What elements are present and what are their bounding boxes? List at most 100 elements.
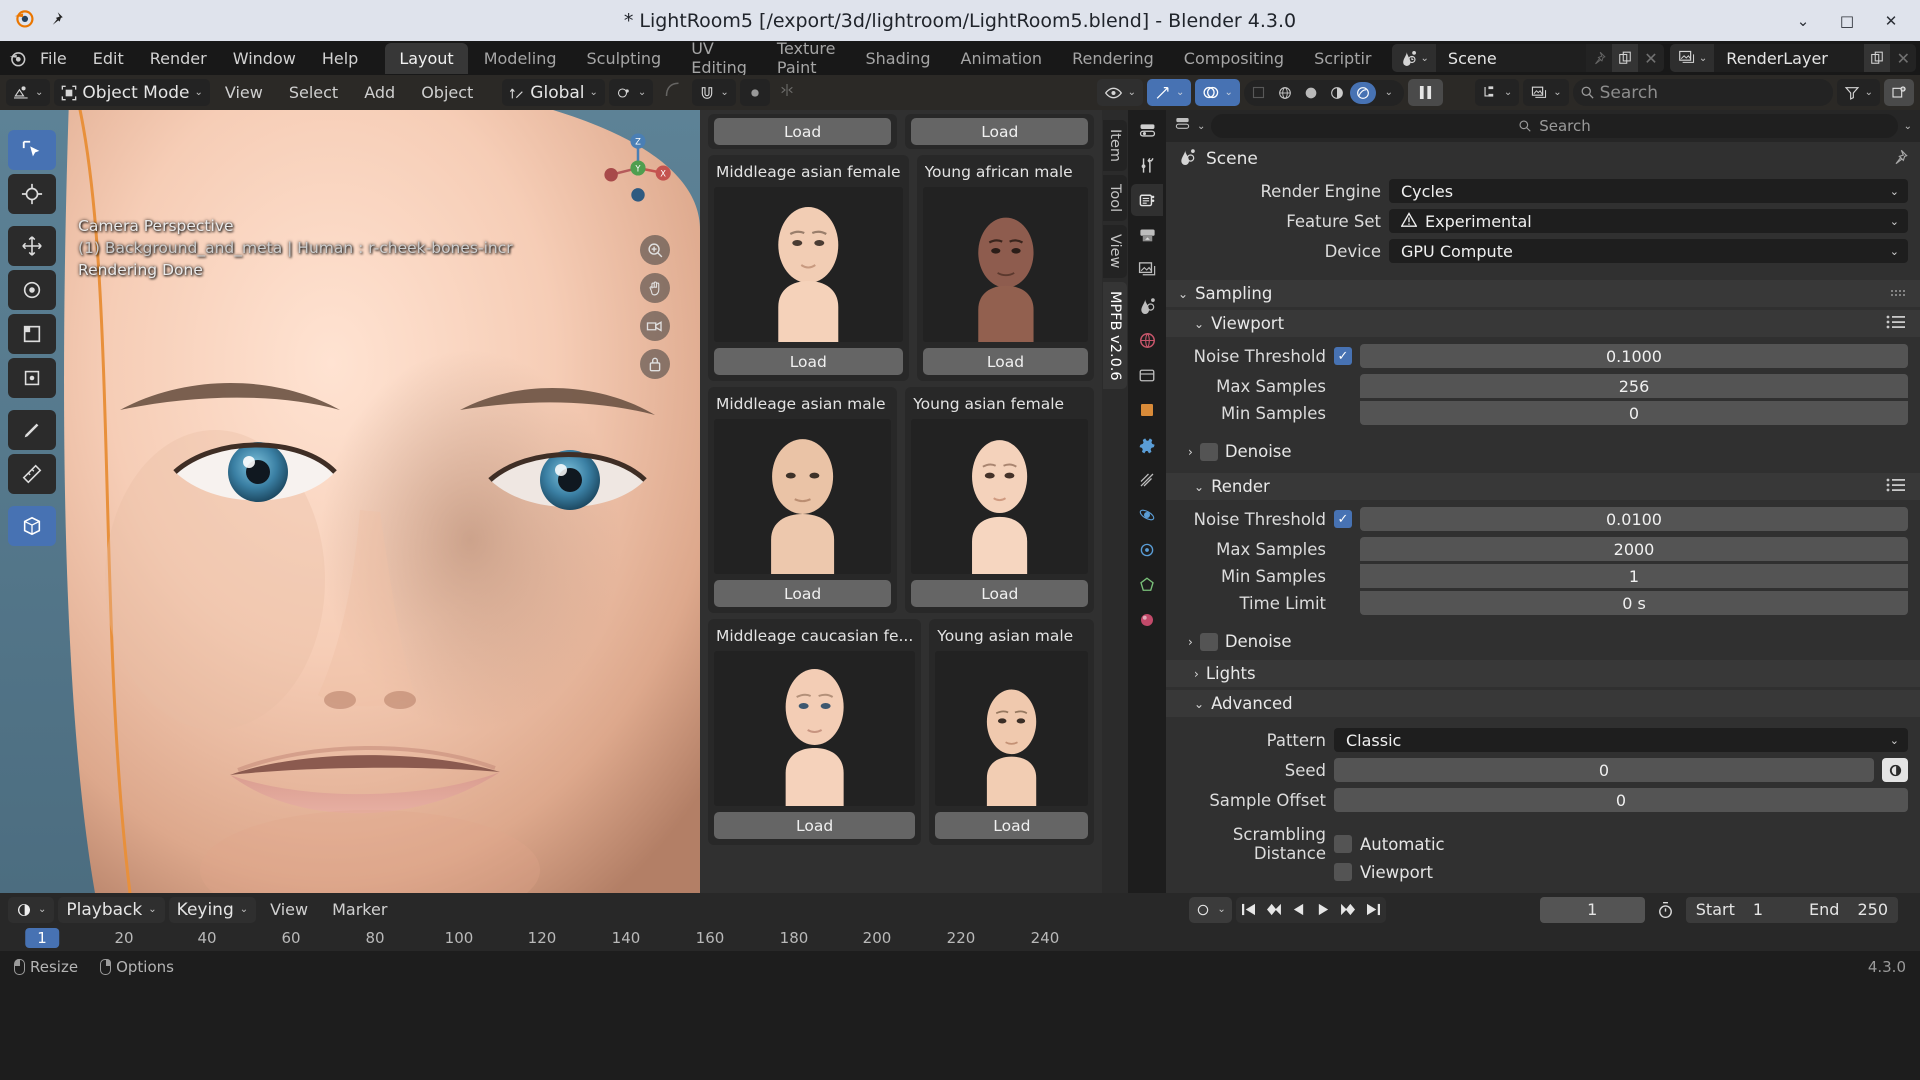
menu-window[interactable]: Window [220,45,309,72]
menu-render[interactable]: Render [137,45,220,72]
outliner-search-input[interactable]: Search [1572,79,1833,106]
tab-modeling[interactable]: Modeling [470,43,571,74]
scene-new-icon[interactable] [1611,44,1638,72]
outliner-display-mode[interactable]: ⌄ [1474,79,1520,106]
preset-list-icon[interactable] [1886,477,1906,496]
viewlayer-icon[interactable]: ⌄ [1669,44,1715,72]
tool-rotate[interactable] [8,270,56,310]
tool-tweak[interactable] [8,130,56,170]
timeline-editor-type[interactable]: ⌄ [8,896,55,923]
new-collection-icon[interactable] [1884,79,1914,106]
xray-toggle[interactable] [1246,82,1272,104]
close-button[interactable]: ✕ [1882,12,1900,30]
overlays-toggle[interactable]: ⌄ [1195,79,1240,106]
editor-type-selector[interactable]: ⌄ [6,79,51,106]
asset-card[interactable]: Young asian female Load [905,387,1095,613]
viewport-menu-select[interactable]: Select [278,80,349,105]
tool-transform[interactable] [8,358,56,398]
sidebar-tab-view[interactable]: View [1103,225,1128,278]
render-noise-threshold-checkbox[interactable]: ✓ [1334,510,1352,528]
world-properties-tab[interactable] [1131,324,1163,356]
proportional-editing-icon[interactable] [657,81,688,104]
timeline-menu-view[interactable]: View [260,897,318,922]
solid-shading-button[interactable] [1298,82,1324,104]
scene-name[interactable]: Scene [1435,44,1586,72]
render-denoise-panel-header[interactable]: › Denoise [1166,628,1920,655]
play-button[interactable] [1311,897,1336,923]
load-button[interactable]: Load [714,118,892,145]
menu-file[interactable]: File [27,45,80,72]
previous-keyframe-button[interactable] [1261,897,1286,923]
viewport-noise-threshold-checkbox[interactable]: ✓ [1334,347,1352,365]
scene-properties-tab[interactable] [1131,289,1163,321]
physics-properties-tab[interactable] [1131,499,1163,531]
render-sampling-panel-header[interactable]: ⌄ Render [1166,473,1920,500]
modifier-properties-tab[interactable] [1131,429,1163,461]
wireframe-shading-button[interactable] [1272,82,1298,104]
jump-to-end-button[interactable] [1361,897,1386,923]
viewport-sampling-panel-header[interactable]: ⌄ Viewport [1166,310,1920,337]
timeline-menu-marker[interactable]: Marker [322,897,397,922]
keying-menu[interactable]: Keying ⌄ [168,896,257,923]
asset-card[interactable]: Middleage caucasian fe... Load [708,619,922,845]
tool-measure[interactable] [8,454,56,494]
zoom-icon[interactable] [640,235,670,265]
pin-icon[interactable] [1892,149,1908,170]
auto-keying-toggle[interactable]: ⌄ [1189,896,1232,923]
viewport-menu-view[interactable]: View [214,80,274,105]
advanced-panel-header[interactable]: ⌄ Advanced [1166,690,1920,717]
pause-render-button[interactable] [1407,79,1443,106]
play-reverse-button[interactable] [1286,897,1311,923]
load-button[interactable]: Load [714,580,892,607]
viewlayer-remove-icon[interactable]: ✕ [1890,44,1917,72]
object-mode-selector[interactable]: Object Mode ⌄ [54,79,210,106]
tab-rendering[interactable]: Rendering [1058,43,1168,74]
sample-offset-field[interactable]: 0 [1334,788,1908,812]
viewport-min-samples-field[interactable]: 0 [1360,401,1908,425]
maximize-button[interactable]: □ [1838,12,1856,30]
tool-cursor[interactable] [8,174,56,214]
render-noise-threshold-field[interactable]: 0.0100 [1360,507,1908,531]
tool-properties-tab[interactable] [1131,149,1163,181]
tool-add-cube[interactable] [8,506,56,546]
seed-animate-icon[interactable] [1882,758,1908,782]
menu-edit[interactable]: Edit [80,45,137,72]
viewport-menu-object[interactable]: Object [410,80,484,105]
blender-menu-icon[interactable] [8,49,27,68]
timeline-playhead[interactable]: 1 [25,928,59,948]
viewport-denoise-panel-header[interactable]: › Denoise [1166,438,1920,465]
menu-help[interactable]: Help [309,45,371,72]
outliner-filter-icon[interactable]: ⌄ [1523,79,1569,106]
sidebar-tab-item[interactable]: Item [1103,120,1128,172]
sidebar-tab-tool[interactable]: Tool [1103,175,1128,222]
asset-card[interactable]: Young asian male Load [929,619,1095,845]
rendered-shading-button[interactable] [1349,81,1376,104]
tab-animation[interactable]: Animation [947,43,1057,74]
load-button[interactable]: Load [911,118,1089,145]
visibility-selector[interactable]: ⌄ [1096,79,1144,106]
tool-scale[interactable] [8,314,56,354]
load-button[interactable]: Load [714,812,916,839]
particles-properties-tab[interactable] [1131,464,1163,496]
properties-editor-type-icon[interactable] [1131,114,1163,146]
viewlayer-new-icon[interactable] [1864,44,1891,72]
tab-sculpting[interactable]: Sculpting [572,43,675,74]
scrambling-automatic-checkbox[interactable] [1334,835,1352,853]
render-min-samples-field[interactable]: 1 [1360,564,1908,588]
timeline-ruler[interactable]: 1 20 40 60 80 100 120 140 160 180 200 22… [0,926,1920,951]
viewport-navigation-gizmo[interactable]: Z X Y [596,126,680,210]
camera-view-icon[interactable] [640,311,670,341]
viewport-menu-add[interactable]: Add [353,80,406,105]
seed-field[interactable]: 0 [1334,758,1874,782]
lights-panel-header[interactable]: › Lights [1166,660,1920,687]
render-denoise-checkbox[interactable] [1199,632,1218,651]
tab-compositing[interactable]: Compositing [1170,43,1298,74]
load-button[interactable]: Load [922,348,1089,375]
mirror-icon[interactable] [774,82,800,103]
pattern-dropdown[interactable]: Classic ⌄ [1334,728,1908,752]
tab-shading[interactable]: Shading [852,43,945,74]
scene-icon[interactable]: ⌄ [1391,44,1436,72]
ortho-lock-icon[interactable] [640,349,670,379]
sampling-panel-header[interactable]: ⌄ Sampling [1166,280,1920,307]
tool-annotate[interactable] [8,410,56,450]
